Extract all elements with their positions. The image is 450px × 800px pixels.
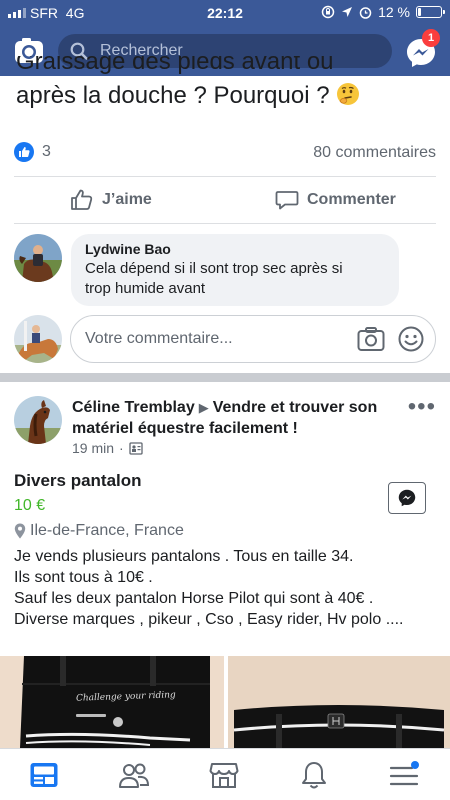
- menu-icon: [389, 761, 419, 786]
- friends-icon: [119, 763, 150, 788]
- listing-title[interactable]: Divers pantalon: [14, 471, 142, 491]
- battery-icon: [416, 6, 445, 18]
- alarm-icon: [359, 6, 372, 19]
- bottom-navigation: [0, 748, 450, 800]
- marketplace-icon: [209, 763, 239, 788]
- comment-bubble[interactable]: Lydwine Bao Cela dépend si il sont trop …: [71, 234, 399, 306]
- status-bar: SFR 4G 22:12 12 %: [0, 0, 450, 26]
- listing-photo[interactable]: Challenge your riding: [0, 656, 224, 748]
- divider: [14, 223, 436, 224]
- listing-location: Ile-de-France, France: [14, 522, 184, 540]
- comment-label: Commenter: [307, 191, 396, 208]
- avatar[interactable]: [14, 234, 62, 282]
- post-time[interactable]: 19 min: [72, 440, 114, 456]
- location-arrow-icon: [342, 7, 353, 17]
- nav-notifications[interactable]: [296, 759, 332, 791]
- user-avatar: [14, 315, 62, 363]
- listing-description: Je vends plusieurs pantalons . Tous en t…: [14, 548, 404, 628]
- thinking-face-icon: [337, 83, 360, 105]
- like-label: J’aime: [102, 191, 152, 208]
- like-count: 3: [42, 143, 51, 160]
- like-reaction-icon: [14, 142, 34, 162]
- messenger-icon: [398, 489, 416, 507]
- like-button[interactable]: J’aime: [70, 188, 152, 212]
- comment-input[interactable]: [85, 330, 345, 348]
- comment-button[interactable]: Commenter: [275, 188, 396, 212]
- post-title-line1: Graissage des pieds avant ou: [16, 56, 334, 75]
- nav-friends[interactable]: [116, 759, 152, 791]
- notifications-icon: [302, 762, 326, 789]
- post-author-line: Céline Tremblay ▶ Vendre et trouver son ma…: [72, 397, 388, 439]
- battery-level: [418, 8, 421, 16]
- comment-text: Cela dépend si il sont trop sec après si…: [85, 260, 343, 297]
- post-title-line2: après la douche ? Pourquoi ?: [16, 82, 330, 109]
- nav-menu[interactable]: [386, 759, 422, 791]
- camera-icon[interactable]: [357, 326, 385, 352]
- comment-input-box[interactable]: [70, 315, 436, 363]
- post-title: Graissage des pieds avant ou après la do…: [16, 56, 436, 112]
- listing-photo[interactable]: [228, 656, 450, 748]
- comment-author[interactable]: Lydwine Bao: [85, 241, 385, 257]
- news-feed-icon: [30, 763, 58, 787]
- reaction-summary[interactable]: 3: [14, 142, 51, 162]
- feed-separator: [0, 373, 450, 382]
- more-options-icon[interactable]: •••: [408, 395, 436, 419]
- nav-news-feed[interactable]: [26, 759, 62, 791]
- comment-icon: [275, 191, 299, 210]
- location-pin-icon: [14, 523, 26, 539]
- arrow-right-icon: ▶: [198, 400, 209, 415]
- orientation-lock-icon: [321, 5, 335, 19]
- post-meta: 19 min ·: [72, 440, 143, 456]
- comment-count[interactable]: 80 commentaires: [313, 144, 436, 162]
- battery-percent: 12 %: [378, 4, 410, 20]
- post-author[interactable]: Céline Tremblay: [72, 399, 195, 416]
- thumbs-up-icon: [71, 189, 93, 210]
- divider: [14, 176, 436, 177]
- listing-price: 10 €: [14, 497, 46, 514]
- message-seller-button[interactable]: [388, 482, 426, 514]
- author-avatar[interactable]: [14, 396, 62, 444]
- emoji-icon[interactable]: [398, 326, 424, 352]
- group-audience-icon: [129, 441, 143, 455]
- nav-marketplace[interactable]: [206, 759, 242, 791]
- messenger-badge: 1: [422, 29, 440, 47]
